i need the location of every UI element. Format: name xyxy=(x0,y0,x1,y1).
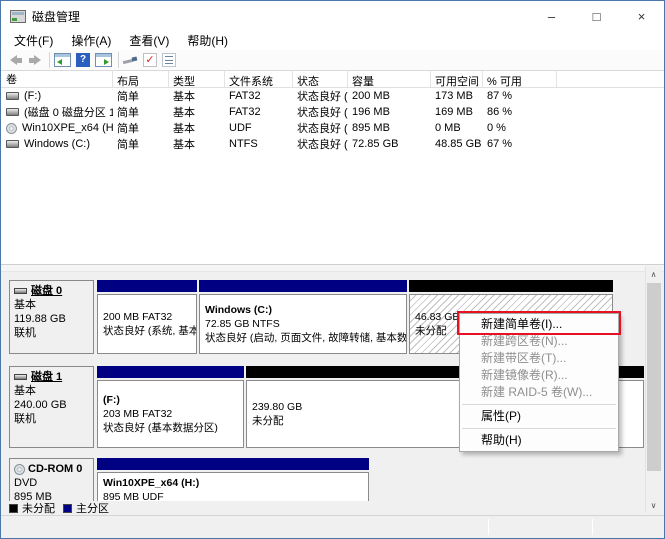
menu-action[interactable]: 操作(A) xyxy=(62,30,120,51)
menu-help[interactable]: 帮助(H) xyxy=(178,30,237,51)
region-disk0-system-partition[interactable]: 200 MB FAT32 状态良好 (系统, 基本 xyxy=(97,280,197,354)
app-icon xyxy=(10,10,26,23)
region-disk0-windows-c[interactable]: Windows (C:) 72.85 GB NTFS 状态良好 (启动, 页面文… xyxy=(199,280,407,354)
legend-primary-partition: 主分区 xyxy=(63,500,109,516)
scrollbar-thumb[interactable] xyxy=(647,283,661,471)
back-icon[interactable] xyxy=(8,53,23,68)
unallocated-swatch xyxy=(9,504,18,513)
help-icon[interactable]: ? xyxy=(76,53,90,67)
table-row[interactable]: (F:) 简单 基本 FAT32 状态良好 (... 200 MB 173 MB… xyxy=(1,88,664,104)
menu-item-new-mirrored-volume: 新建镜像卷(R)... xyxy=(460,367,618,384)
status-divider xyxy=(488,519,489,535)
disk-0-label[interactable]: 磁盘 0 基本 119.88 GB 联机 xyxy=(9,280,94,354)
volume-name: Win10XPE_x64 (H:) xyxy=(22,122,113,134)
unallocated-bar xyxy=(409,280,613,292)
column-empty xyxy=(557,71,664,87)
menu-separator xyxy=(462,428,616,429)
column-status[interactable]: 状态 xyxy=(293,71,348,87)
table-row[interactable]: (磁盘 0 磁盘分区 1) 简单 基本 FAT32 状态良好 (... 196 … xyxy=(1,104,664,120)
pane-splitter[interactable] xyxy=(1,264,664,272)
drive-icon xyxy=(6,108,19,116)
scroll-down-icon[interactable]: ∨ xyxy=(646,497,661,513)
primary-partition-bar xyxy=(199,280,407,292)
disk-1-label[interactable]: 磁盘 1 基本 240.00 GB 联机 xyxy=(9,366,94,448)
menu-item-help[interactable]: 帮助(H) xyxy=(460,432,618,449)
scroll-up-icon[interactable]: ∧ xyxy=(646,266,661,282)
drive-icon xyxy=(6,92,19,100)
cdrom-0-row: CD-ROM 0 DVD 895 MB Win10XPE_x64 (H:) 89… xyxy=(9,458,664,501)
window-title: 磁盘管理 xyxy=(32,8,80,25)
volume-name: (磁盘 0 磁盘分区 1) xyxy=(24,104,113,120)
menu-file[interactable]: 文件(F) xyxy=(5,30,62,51)
maximize-button[interactable]: □ xyxy=(574,1,619,31)
toolbar-separator xyxy=(49,52,50,68)
column-volume[interactable]: 卷 xyxy=(1,71,113,87)
show-console-tree-icon[interactable] xyxy=(54,53,71,67)
menu-bar: 文件(F) 操作(A) 查看(V) 帮助(H) xyxy=(1,31,664,50)
cdrom-0-label[interactable]: CD-ROM 0 DVD 895 MB xyxy=(9,458,94,501)
check-disk-icon[interactable]: ✓ xyxy=(143,53,157,67)
column-type[interactable]: 类型 xyxy=(169,71,225,87)
region-disk1-f[interactable]: (F:) 203 MB FAT32 状态良好 (基本数据分区) xyxy=(97,366,244,448)
legend-unallocated: 未分配 xyxy=(9,500,55,516)
table-row[interactable]: Win10XPE_x64 (H:) 简单 基本 UDF 状态良好 (... 89… xyxy=(1,120,664,136)
show-action-pane-icon[interactable] xyxy=(95,53,112,67)
column-filesystem[interactable]: 文件系统 xyxy=(225,71,293,87)
column-pct-free[interactable]: % 可用 xyxy=(483,71,557,87)
status-divider xyxy=(592,519,593,535)
disk-icon xyxy=(14,288,27,294)
menu-separator xyxy=(462,404,616,405)
menu-item-new-raid5-volume: 新建 RAID-5 卷(W)... xyxy=(460,384,618,401)
title-bar: 磁盘管理 – □ × xyxy=(1,1,664,31)
menu-item-properties[interactable]: 属性(P) xyxy=(460,408,618,425)
column-free-space[interactable]: 可用空间 xyxy=(431,71,483,87)
cd-icon xyxy=(14,464,25,475)
column-layout[interactable]: 布局 xyxy=(113,71,169,87)
toolbar: ? ✓ xyxy=(1,50,664,71)
menu-view[interactable]: 查看(V) xyxy=(120,30,178,51)
menu-item-new-striped-volume: 新建带区卷(T)... xyxy=(460,350,618,367)
table-row[interactable]: Windows (C:) 简单 基本 NTFS 状态良好 (... 72.85 … xyxy=(1,136,664,152)
primary-partition-swatch xyxy=(63,504,72,513)
disk-management-window: 磁盘管理 – □ × 文件(F) 操作(A) 查看(V) 帮助(H) ? ✓ 卷… xyxy=(0,0,665,539)
volume-name: Windows (C:) xyxy=(24,138,90,150)
column-capacity[interactable]: 容量 xyxy=(348,71,431,87)
legend-bar: 未分配 主分区 xyxy=(1,501,664,515)
properties-list-icon[interactable] xyxy=(162,53,176,67)
toolbar-separator xyxy=(118,52,119,68)
close-button[interactable]: × xyxy=(619,1,664,31)
primary-partition-bar xyxy=(97,366,244,378)
region-cdrom-media[interactable]: Win10XPE_x64 (H:) 895 MB UDF xyxy=(97,458,369,501)
volume-list-pane: 卷 布局 类型 文件系统 状态 容量 可用空间 % 可用 (F:) 简单 基本 … xyxy=(1,71,664,264)
volume-name: (F:) xyxy=(24,90,41,102)
primary-partition-bar xyxy=(97,458,369,470)
vertical-scrollbar[interactable]: ∧ ∨ xyxy=(645,266,661,513)
primary-partition-bar xyxy=(97,280,197,292)
cd-icon xyxy=(6,123,17,134)
drive-icon xyxy=(6,140,19,148)
minimize-button[interactable]: – xyxy=(529,1,574,31)
highlight-rectangle xyxy=(457,311,621,335)
forward-icon[interactable] xyxy=(28,53,43,68)
status-bar xyxy=(1,515,664,538)
menu-item-new-spanned-volume: 新建跨区卷(N)... xyxy=(460,333,618,350)
volume-list-header: 卷 布局 类型 文件系统 状态 容量 可用空间 % 可用 xyxy=(1,71,664,88)
tools-icon[interactable] xyxy=(123,53,138,68)
disk-icon xyxy=(14,374,27,380)
